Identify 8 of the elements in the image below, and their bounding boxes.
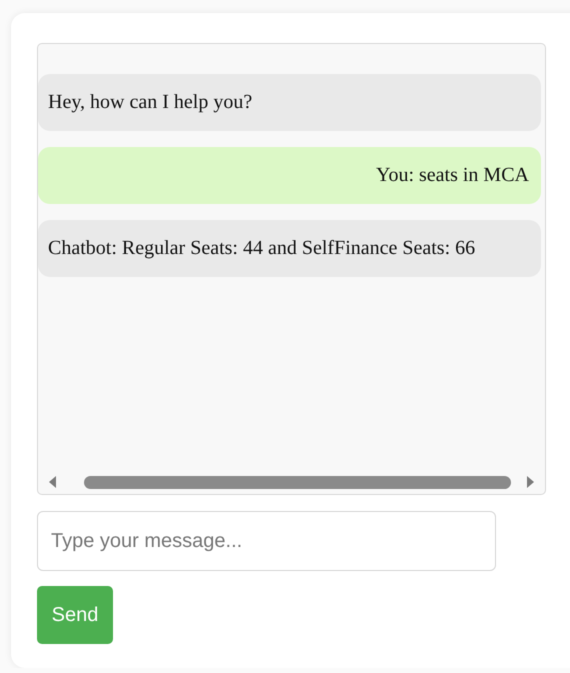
bot-message: Hey, how can I help you? bbox=[38, 74, 541, 131]
scroll-right-icon[interactable] bbox=[525, 476, 535, 488]
user-message: You: seats in MCA bbox=[38, 147, 541, 204]
message-input[interactable]: Type your message... bbox=[37, 511, 496, 571]
bot-message: Chatbot: Regular Seats: 44 and SelfFinance Seats: 66 bbox=[38, 220, 541, 277]
scroll-left-icon[interactable] bbox=[48, 476, 58, 488]
scrollbar-thumb[interactable] bbox=[84, 476, 511, 488]
send-button[interactable]: Send bbox=[37, 586, 113, 644]
